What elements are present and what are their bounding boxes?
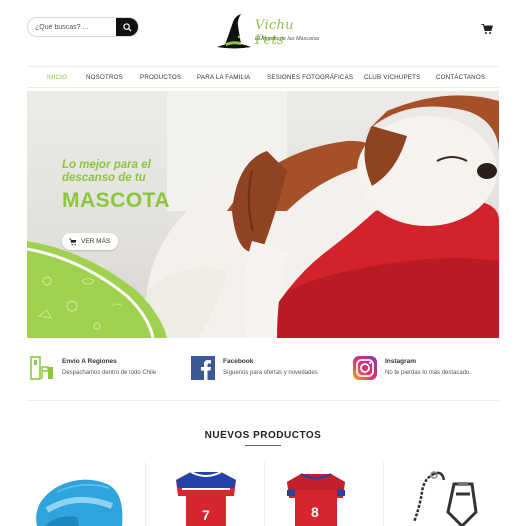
nav-item-contactanos[interactable]: CONTÁCTANOS (436, 74, 485, 81)
feature-title: Instagram (385, 358, 417, 365)
nav-item-para-la-familia[interactable]: PARA LA FAMILIA (197, 74, 250, 81)
product-card[interactable]: 7 (146, 462, 264, 526)
feature-title: Facebook (223, 358, 254, 365)
jersey-number: 8 (311, 504, 319, 520)
leash-image (412, 471, 478, 526)
product-card[interactable] (27, 462, 145, 526)
feature-subtitle: No te pierdas lo más destacado. (385, 370, 472, 376)
red-jersey-7-image: 7 (176, 471, 236, 526)
hero-button-label: VER MÁS (81, 238, 111, 245)
product-card[interactable]: 8 (265, 462, 383, 526)
delivery-icon (30, 356, 53, 380)
search-input[interactable] (28, 18, 118, 36)
hero-headline-line2: descanso de tu (62, 172, 146, 184)
feature-facebook[interactable]: Facebook Síguenos para ofertas y novedad… (190, 355, 340, 385)
feature-title: Envío A Regiones (62, 358, 117, 365)
facebook-icon[interactable] (190, 355, 216, 381)
section-divider (27, 400, 499, 401)
nav-item-club-vichupets[interactable]: CLUB VICHUPETS (364, 74, 420, 81)
site-header: Vichu Pets El Mundo de las Mascotas (0, 0, 526, 62)
nav-item-nosotros[interactable]: NOSOTROS (86, 74, 123, 81)
search-button[interactable] (116, 18, 138, 36)
feature-subtitle: Despachamos dentro de todo Chile (62, 370, 157, 376)
witch-hat-logo-icon (217, 14, 251, 49)
red-jersey-8-image: 8 (287, 473, 345, 526)
product-card[interactable] (384, 462, 502, 526)
hero-headline-line1: Lo mejor para el (62, 159, 151, 171)
logo-tagline: El Mundo de las Mascotas (255, 36, 320, 42)
instagram-icon[interactable] (352, 355, 378, 381)
blue-cap-image (36, 479, 123, 526)
new-products-title: NUEVOS PRODUCTOS (204, 430, 322, 441)
hero-headline-big: MASCOTA (62, 189, 171, 212)
nav-item-inicio[interactable]: INICIO (47, 74, 67, 81)
feature-instagram[interactable]: Instagram No te pierdas lo más destacado… (352, 355, 502, 385)
search-bar (27, 17, 139, 37)
hero-banner: Lo mejor para el descanso de tu MASCOTA … (27, 91, 499, 338)
feature-subtitle: Síguenos para ofertas y novedades (223, 370, 318, 376)
cart-icon (69, 238, 77, 245)
hero-see-more-button[interactable]: VER MÁS (62, 233, 119, 250)
logo-name: Vichu Pets (255, 18, 294, 48)
cart-icon[interactable] (481, 23, 493, 35)
search-icon (123, 22, 132, 32)
main-nav: INICIO NOSOTROS PRODUCTOS PARA LA FAMILI… (27, 66, 499, 88)
feature-shipping: Envío A Regiones Despachamos dentro de t… (29, 355, 179, 385)
site-logo[interactable]: Vichu Pets El Mundo de las Mascotas (213, 12, 323, 52)
hero-dog-image (27, 91, 499, 338)
nav-item-productos[interactable]: PRODUCTOS (140, 74, 181, 81)
nav-item-sesiones-fotograficas[interactable]: SESIONES FOTOGRÁFICAS (267, 74, 353, 81)
jersey-number: 7 (202, 507, 210, 523)
title-underline (245, 445, 281, 446)
